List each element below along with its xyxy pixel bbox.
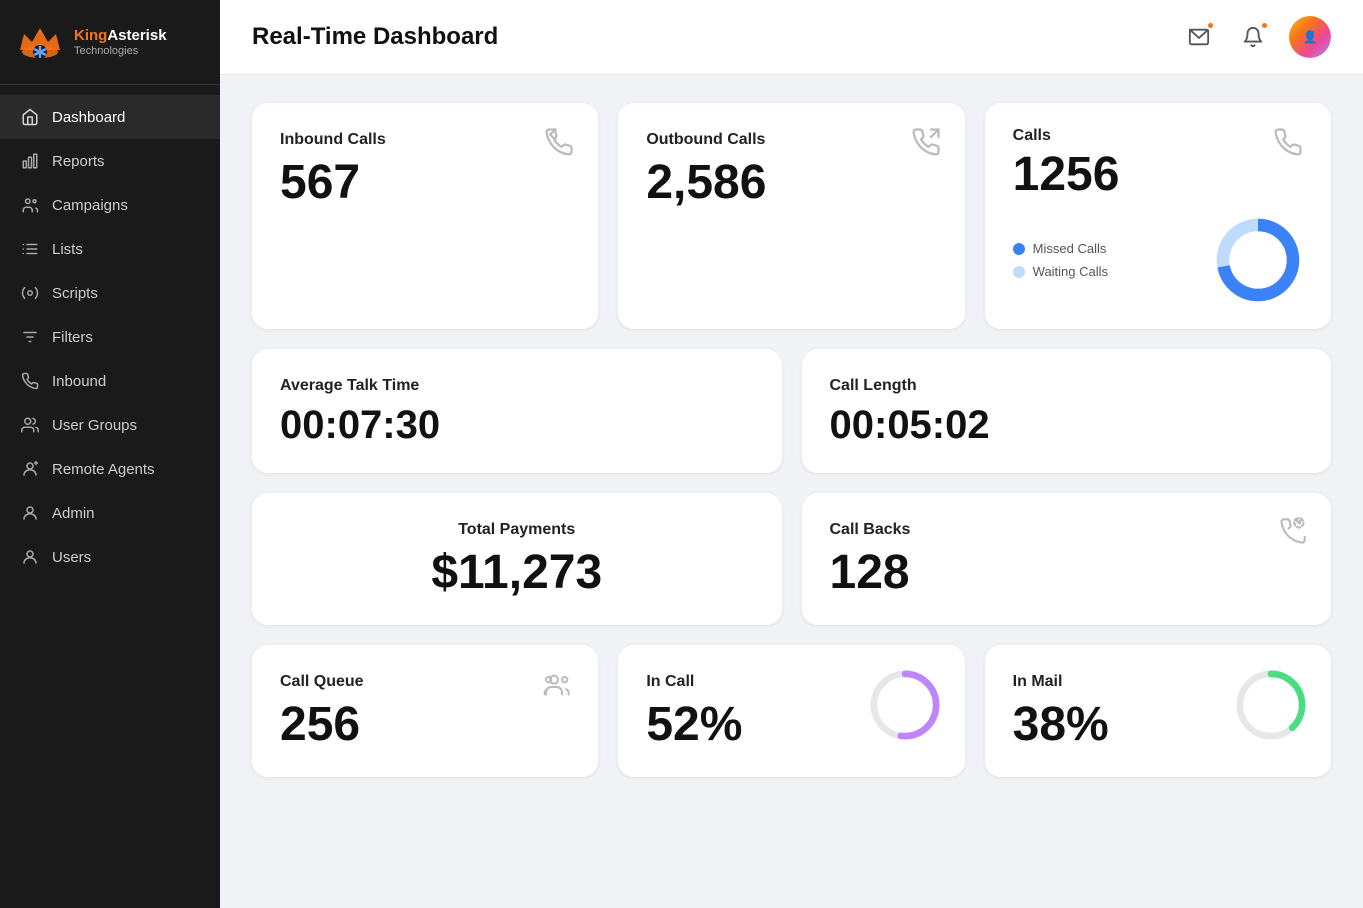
sidebar-item-lists[interactable]: Lists: [0, 227, 220, 271]
inbound-calls-value: 567: [280, 159, 570, 207]
waiting-calls-legend-label: Waiting Calls: [1033, 264, 1108, 279]
logo-king: KingAsterisk: [74, 26, 167, 45]
in-call-card: In Call 52%: [618, 645, 964, 777]
donut-chart: [1213, 215, 1303, 305]
outbound-calls-value: 2,586: [646, 159, 936, 207]
legend-missed-calls: Missed Calls: [1013, 241, 1108, 256]
avg-talk-time-value: 00:07:30: [280, 405, 754, 445]
users-icon: [20, 547, 40, 567]
mail-badge: [1206, 21, 1215, 30]
avg-talk-time-card: Average Talk Time 00:07:30: [252, 349, 782, 473]
calls-phone-icon: [1273, 127, 1303, 164]
inbound-calls-label: Inbound Calls: [280, 131, 570, 149]
logo-tech: Technologies: [74, 45, 167, 58]
nav-list: Dashboard Reports Campaigns Lists: [0, 85, 220, 589]
user-avatar[interactable]: 👤: [1289, 16, 1331, 58]
avatar-image: 👤: [1289, 16, 1331, 58]
waiting-calls-dot: [1013, 266, 1025, 278]
list-icon: [20, 239, 40, 259]
sidebar-item-label: Remote Agents: [52, 461, 155, 478]
in-mail-progress: [1231, 665, 1311, 750]
in-call-progress: [865, 665, 945, 750]
remote-agents-icon: [20, 459, 40, 479]
call-queue-label: Call Queue: [280, 673, 570, 691]
sidebar-item-dashboard[interactable]: Dashboard: [0, 95, 220, 139]
call-backs-label: Call Backs: [830, 521, 1304, 539]
scripts-icon: [20, 283, 40, 303]
logo-svg: [16, 18, 64, 66]
total-payments-value: $11,273: [431, 549, 602, 597]
home-icon: [20, 107, 40, 127]
sidebar-item-scripts[interactable]: Scripts: [0, 271, 220, 315]
sidebar-item-filters[interactable]: Filters: [0, 315, 220, 359]
main-content: Real-Time Dashboard 👤 Inbound Calls: [220, 0, 1363, 908]
calls-value: 1256: [1013, 151, 1120, 199]
row-1: Inbound Calls 567 Outbound Calls 2,586 C…: [252, 103, 1331, 329]
avg-talk-time-label: Average Talk Time: [280, 377, 754, 395]
sidebar-item-users[interactable]: Users: [0, 535, 220, 579]
notification-badge: [1260, 21, 1269, 30]
call-queue-card: Call Queue 256: [252, 645, 598, 777]
topbar-actions: 👤: [1181, 16, 1331, 58]
call-length-value: 00:05:02: [830, 405, 1304, 445]
mail-button[interactable]: [1181, 19, 1217, 55]
missed-calls-legend-label: Missed Calls: [1033, 241, 1107, 256]
inbound-phone-icon: [544, 127, 574, 164]
bell-icon: [1242, 26, 1264, 48]
sidebar-item-label: Lists: [52, 241, 83, 258]
phone-incoming-icon: [20, 371, 40, 391]
call-length-card: Call Length 00:05:02: [802, 349, 1332, 473]
sidebar-item-remote-agents[interactable]: Remote Agents: [0, 447, 220, 491]
call-backs-card: Call Backs 128: [802, 493, 1332, 625]
callback-icon: [1279, 517, 1307, 552]
sidebar-item-admin[interactable]: Admin: [0, 491, 220, 535]
call-length-label: Call Length: [830, 377, 1304, 395]
sidebar-item-label: Campaigns: [52, 197, 128, 214]
total-payments-label: Total Payments: [458, 521, 575, 539]
sidebar-item-campaigns[interactable]: Campaigns: [0, 183, 220, 227]
sidebar-item-label: Admin: [52, 505, 95, 522]
topbar: Real-Time Dashboard 👤: [220, 0, 1363, 75]
legend-waiting-calls: Waiting Calls: [1013, 264, 1108, 279]
filters-icon: [20, 327, 40, 347]
page-title: Real-Time Dashboard: [252, 23, 498, 51]
outbound-calls-label: Outbound Calls: [646, 131, 936, 149]
logo-text: KingAsterisk Technologies: [74, 26, 167, 58]
donut-legend: Missed Calls Waiting Calls: [1013, 241, 1108, 279]
sidebar-item-inbound[interactable]: Inbound: [0, 359, 220, 403]
in-mail-card: In Mail 38%: [985, 645, 1331, 777]
user-groups-icon: [20, 415, 40, 435]
call-queue-icon: [542, 669, 574, 708]
mail-icon: [1188, 26, 1210, 48]
call-queue-value: 256: [280, 701, 570, 749]
outbound-calls-card: Outbound Calls 2,586: [618, 103, 964, 329]
missed-calls-dot: [1013, 243, 1025, 255]
sidebar-item-label: User Groups: [52, 417, 137, 434]
row-2: Average Talk Time 00:07:30 Call Length 0…: [252, 349, 1331, 473]
sidebar-item-label: Users: [52, 549, 91, 566]
dashboard-grid: Inbound Calls 567 Outbound Calls 2,586 C…: [220, 75, 1363, 805]
campaigns-icon: [20, 195, 40, 215]
total-payments-card: Total Payments $11,273: [252, 493, 782, 625]
calls-label: Calls: [1013, 127, 1120, 145]
outbound-phone-icon: [911, 127, 941, 164]
sidebar-item-label: Scripts: [52, 285, 98, 302]
sidebar-item-label: Dashboard: [52, 109, 125, 126]
sidebar-item-label: Inbound: [52, 373, 106, 390]
row-3: Total Payments $11,273 Call Backs 128: [252, 493, 1331, 625]
bar-chart-icon: [20, 151, 40, 171]
admin-icon: [20, 503, 40, 523]
notifications-button[interactable]: [1235, 19, 1271, 55]
sidebar-item-user-groups[interactable]: User Groups: [0, 403, 220, 447]
call-backs-value: 128: [830, 549, 1304, 597]
sidebar-item-reports[interactable]: Reports: [0, 139, 220, 183]
sidebar-item-label: Reports: [52, 153, 105, 170]
row-4: Call Queue 256 In Call 52%: [252, 645, 1331, 777]
sidebar: KingAsterisk Technologies Dashboard Repo…: [0, 0, 220, 908]
inbound-calls-card: Inbound Calls 567: [252, 103, 598, 329]
calls-donut-card: Calls 1256 Missed Calls: [985, 103, 1331, 329]
logo-area: KingAsterisk Technologies: [0, 0, 220, 85]
sidebar-item-label: Filters: [52, 329, 93, 346]
